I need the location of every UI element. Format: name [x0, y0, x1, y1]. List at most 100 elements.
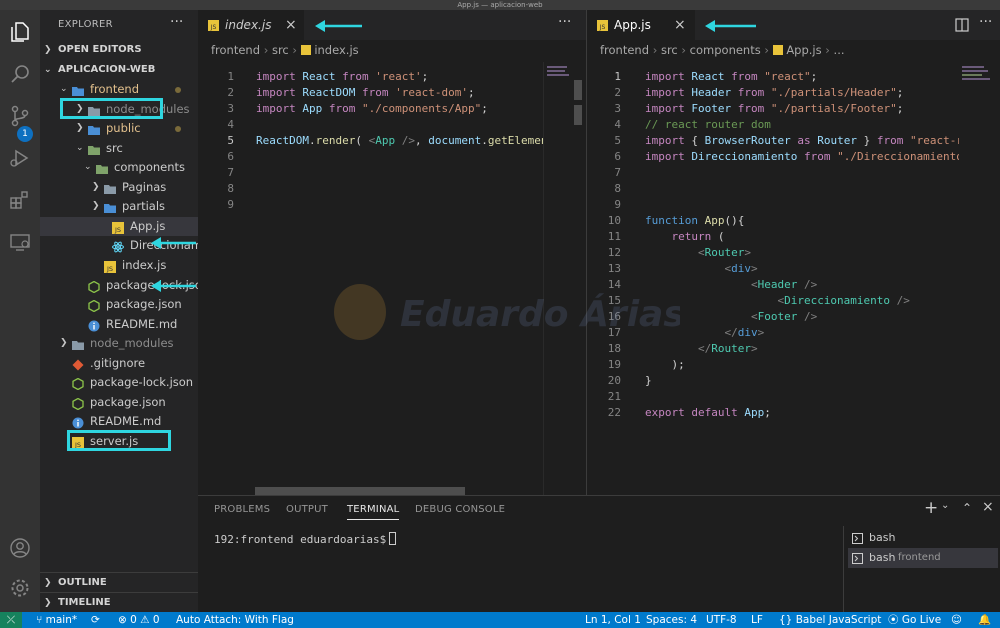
- panel-tab-problems[interactable]: PROBLEMS: [214, 504, 270, 515]
- problems-indicator[interactable]: ⊗ 0 ⚠ 0: [118, 612, 160, 628]
- terminal-item[interactable]: bash frontend: [848, 548, 998, 568]
- end-of-line[interactable]: LF: [751, 612, 763, 628]
- code-token: ;: [896, 102, 904, 115]
- code-editor-left[interactable]: 1 import React from 'react'; 2 import React…: [198, 60, 543, 495]
- split-editor-icon[interactable]: [955, 18, 969, 32]
- panel-tab-debug-console[interactable]: DEBUG CONSOLE: [415, 504, 505, 515]
- horizontal-scrollbar[interactable]: [255, 487, 465, 495]
- breadcrumb-item[interactable]: frontend: [600, 43, 649, 57]
- code-token: App: [302, 102, 323, 115]
- explorer-sidebar: EXPLORER ··· ❯ OPEN EDITORS ⌄ APLICACION…: [40, 10, 198, 612]
- tab-close-icon[interactable]: ×: [674, 10, 686, 40]
- editor-more-icon[interactable]: ···: [979, 14, 992, 30]
- close-panel-icon[interactable]: ×: [982, 499, 994, 515]
- tree-item[interactable]: JS index.js: [40, 256, 198, 276]
- breadcrumb-item[interactable]: frontend: [211, 43, 260, 57]
- tree-item[interactable]: ⌄ components: [40, 158, 198, 178]
- terminal-output[interactable]: 192:frontend eduardoarias$: [214, 532, 397, 546]
- encoding[interactable]: UTF-8: [706, 612, 737, 628]
- tree-item[interactable]: ❯ node_modules: [40, 334, 198, 354]
- minimap[interactable]: [959, 62, 993, 495]
- tree-item[interactable]: README.md: [40, 412, 198, 432]
- code-token: render: [315, 134, 356, 147]
- breadcrumb-item[interactable]: components: [690, 43, 761, 57]
- sync-icon[interactable]: ⟳: [91, 612, 100, 628]
- explorer-more-icon[interactable]: ···: [170, 14, 183, 30]
- tree-item[interactable]: package.json: [40, 393, 198, 413]
- git-branch[interactable]: ⑂ main*: [36, 612, 77, 628]
- breadcrumb-item[interactable]: index.js: [314, 43, 358, 57]
- timeline-section[interactable]: ❯ TIMELINE: [40, 592, 198, 612]
- editor-more-icon[interactable]: ···: [558, 14, 571, 30]
- tab-close-icon[interactable]: ×: [285, 10, 297, 40]
- code-token: Router: [704, 246, 745, 259]
- tree-item[interactable]: JS App.js: [40, 216, 198, 237]
- remote-indicator-icon[interactable]: ⤫: [0, 612, 22, 628]
- tree-item[interactable]: ⌄ src: [40, 139, 198, 159]
- left-tab-bar: JS index.js × ···: [198, 10, 586, 40]
- code-line: import { BrowserRouter as Router } from …: [645, 133, 959, 149]
- chevron-right-icon: ❯: [44, 45, 52, 55]
- code-line: import App from "./components/App";: [256, 101, 488, 117]
- account-icon[interactable]: [8, 536, 32, 560]
- language-mode[interactable]: {} Babel JavaScript: [779, 612, 881, 628]
- open-editors-section[interactable]: ❯ OPEN EDITORS: [40, 40, 198, 60]
- code-line: }: [645, 373, 652, 389]
- settings-gear-icon[interactable]: [8, 576, 32, 600]
- tree-item[interactable]: .gitignore: [40, 354, 198, 374]
- feedback-icon[interactable]: ☺: [951, 612, 962, 628]
- tab-app-js[interactable]: JS App.js ×: [587, 10, 695, 40]
- source-control-icon[interactable]: [8, 104, 32, 128]
- breadcrumb-item[interactable]: App.js: [786, 43, 821, 57]
- tree-item[interactable]: ❯ Paginas: [40, 178, 198, 198]
- vertical-scrollbar-thumb[interactable]: [574, 105, 582, 125]
- tree-item[interactable]: README.md: [40, 315, 198, 335]
- indentation[interactable]: Spaces: 4: [646, 612, 697, 628]
- search-icon[interactable]: [8, 62, 32, 86]
- tab-index-js[interactable]: JS index.js ×: [198, 10, 304, 40]
- go-live[interactable]: ⦿ Go Live: [888, 612, 941, 628]
- files-icon[interactable]: [8, 20, 32, 44]
- terminal-item[interactable]: bash: [848, 528, 998, 548]
- breadcrumb-item[interactable]: src: [272, 43, 289, 57]
- new-terminal-icon[interactable]: +: [924, 498, 938, 518]
- code-token: ;: [764, 406, 771, 419]
- minimap[interactable]: [543, 62, 571, 495]
- tree-item[interactable]: ❯ public: [40, 119, 198, 139]
- tab-label: index.js: [225, 18, 272, 32]
- chevron-up-icon[interactable]: ⌃: [962, 501, 972, 515]
- remote-explorer-icon[interactable]: [8, 230, 32, 254]
- code-token: </: [724, 326, 738, 339]
- panel-tab-terminal[interactable]: TERMINAL: [347, 504, 400, 520]
- code-token: .: [308, 134, 316, 147]
- chevron-right-icon: ❯: [76, 123, 84, 134]
- code-token: ReactDOM: [302, 86, 356, 99]
- tree-item[interactable]: ⌄ frontend: [40, 80, 198, 100]
- panel-tab-output[interactable]: OUTPUT: [286, 504, 328, 515]
- cursor-position[interactable]: Ln 1, Col 1: [585, 612, 641, 628]
- project-section[interactable]: ⌄ APLICACION-WEB: [40, 60, 198, 80]
- tree-item[interactable]: package.json: [40, 295, 198, 315]
- outline-section[interactable]: ❯ OUTLINE: [40, 572, 198, 592]
- code-token: ReactDOM: [256, 134, 309, 147]
- run-debug-icon[interactable]: [8, 146, 32, 170]
- code-editor-right[interactable]: 1 import React from "react"; 2 import Heade…: [587, 60, 959, 495]
- breadcrumb-item[interactable]: ...: [834, 43, 845, 57]
- vertical-scrollbar[interactable]: [574, 80, 582, 100]
- extensions-icon[interactable]: [8, 188, 32, 212]
- javascript-file-icon: JS: [208, 20, 219, 31]
- code-token: "react": [764, 70, 811, 83]
- folder-icon: [104, 201, 116, 214]
- json-file-icon: [88, 280, 100, 293]
- notifications-bell-icon[interactable]: 🔔: [978, 612, 991, 628]
- javascript-file-icon: JS: [112, 221, 124, 234]
- breadcrumb-item[interactable]: src: [661, 43, 678, 57]
- tree-item[interactable]: ❯ partials: [40, 197, 198, 217]
- code-token: >: [750, 342, 758, 355]
- auto-attach[interactable]: Auto Attach: With Flag: [176, 612, 294, 628]
- chevron-down-icon[interactable]: ⌄: [941, 500, 949, 511]
- code-token: from: [361, 86, 389, 99]
- tree-item[interactable]: package-lock.json: [40, 373, 198, 393]
